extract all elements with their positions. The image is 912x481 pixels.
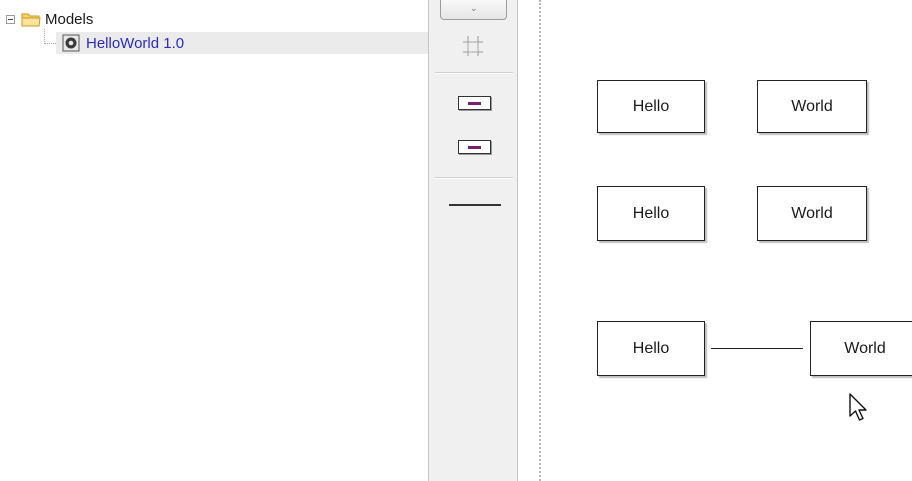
- connector-line[interactable]: [711, 348, 803, 349]
- hello-shape[interactable]: Hello: [597, 186, 705, 241]
- chevron-icon: ⌄: [470, 3, 478, 13]
- palette-separator: [435, 177, 513, 179]
- scroll-up-button[interactable]: ⌄: [440, 0, 507, 20]
- tree-node-models[interactable]: Models: [6, 8, 93, 30]
- shape-palette: ⌄: [428, 0, 518, 481]
- palette-separator: [435, 72, 513, 74]
- app-window: Models HelloWorld 1.0 ⌄ Hello World Hell…: [0, 0, 912, 481]
- grid-crosshair-icon: [463, 36, 483, 56]
- model-gear-icon: [62, 34, 80, 52]
- tree-node-label: Models: [45, 10, 94, 28]
- box-shape-icon: [458, 140, 491, 154]
- hello-shape[interactable]: Hello: [597, 80, 705, 133]
- mouse-pointer-icon: [849, 393, 867, 421]
- canvas-boundary-line: [539, 0, 541, 481]
- tree-node-label: HelloWorld 1.0: [86, 34, 185, 52]
- hello-shape[interactable]: Hello: [597, 321, 705, 376]
- diagram-canvas[interactable]: Hello World Hello World Hello World: [543, 0, 912, 481]
- model-tree-panel: Models HelloWorld 1.0: [0, 0, 428, 481]
- world-shape[interactable]: World: [757, 186, 867, 241]
- world-shape[interactable]: World: [810, 321, 912, 376]
- world-shape[interactable]: World: [757, 80, 867, 133]
- tree-node-helloworld[interactable]: HelloWorld 1.0: [56, 32, 428, 54]
- box-shape-icon: [458, 96, 491, 110]
- grid-snap-tool[interactable]: [459, 33, 487, 59]
- line-icon: [449, 204, 501, 206]
- collapse-minus-icon[interactable]: [6, 14, 15, 24]
- line-connector-tool[interactable]: [447, 199, 503, 211]
- folder-icon: [21, 13, 41, 26]
- world-shape-tool[interactable]: [457, 139, 492, 155]
- hello-shape-tool[interactable]: [457, 95, 492, 111]
- tree-connector-line: [44, 29, 45, 44]
- panel-gutter: [518, 0, 538, 481]
